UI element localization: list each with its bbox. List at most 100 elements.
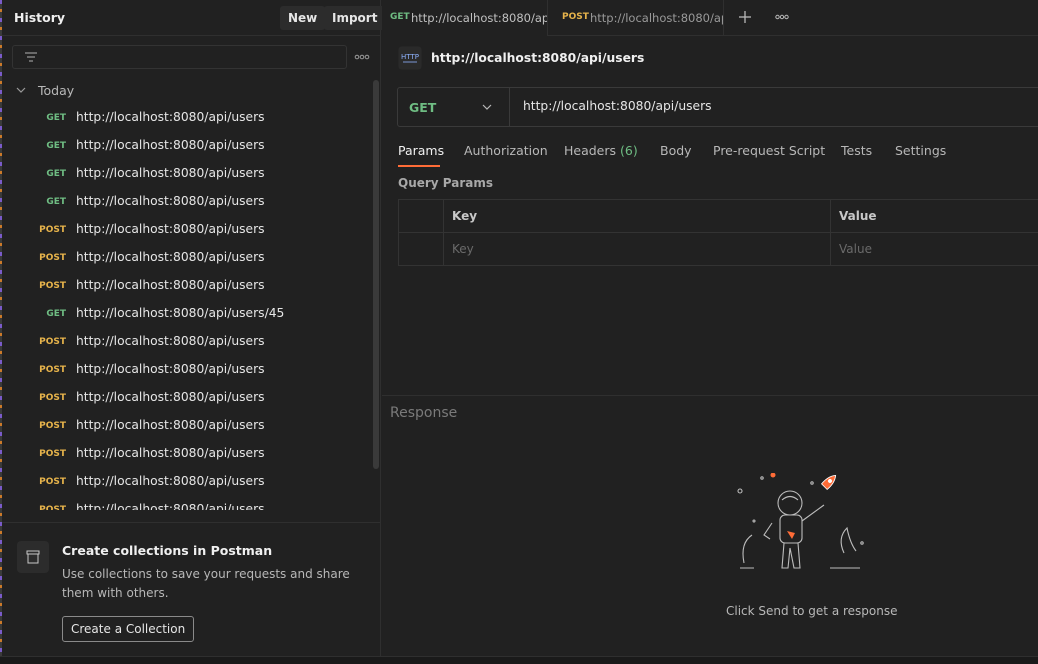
history-item[interactable]: POST http://localhost:8080/api/users: [2, 387, 362, 411]
svg-text:HTTP: HTTP: [401, 53, 419, 61]
tab-prerequest-script[interactable]: Pre-request Script: [713, 143, 825, 158]
request-header: HTTP http://localhost:8080/api/users: [398, 46, 1018, 72]
filter-icon: [25, 52, 37, 62]
history-item[interactable]: POST http://localhost:8080/api/users: [2, 415, 362, 439]
history-item-url: http://localhost:8080/api/users: [76, 110, 265, 124]
history-item[interactable]: GET http://localhost:8080/api/users: [2, 191, 362, 215]
history-item[interactable]: POST http://localhost:8080/api/users: [2, 443, 362, 467]
history-item[interactable]: GET http://localhost:8080/api/users: [2, 135, 362, 159]
response-hint: Click Send to get a response: [726, 604, 898, 618]
history-item-url: http://localhost:8080/api/users: [76, 278, 265, 292]
import-button[interactable]: Import: [324, 6, 386, 30]
history-item-method: GET: [46, 141, 66, 151]
history-item-method: POST: [39, 253, 66, 263]
promo-text: Use collections to save your requests an…: [62, 567, 350, 600]
tab-get-users[interactable]: GET http://localhost:8080/api/users: [382, 0, 548, 36]
tab-params[interactable]: Params: [398, 143, 444, 158]
history-item-method: GET: [46, 197, 66, 207]
key-column-header: Key: [452, 209, 478, 223]
query-params-label: Query Params: [398, 176, 494, 190]
history-item-url: http://localhost:8080/api/users: [76, 502, 265, 510]
tab-method: GET: [390, 12, 410, 22]
history-item-url: http://localhost:8080/api/users: [76, 138, 265, 152]
new-button[interactable]: New: [280, 6, 326, 30]
history-item-method: POST: [39, 393, 66, 403]
tab-bar: GET http://localhost:8080/api/users POST…: [382, 0, 1038, 36]
history-item-method: POST: [39, 365, 66, 375]
astronaut-illustration: [737, 473, 864, 569]
tab-settings[interactable]: Settings: [895, 143, 946, 158]
method-select-value: GET: [409, 100, 437, 115]
history-item-method: POST: [39, 281, 66, 291]
history-item[interactable]: POST http://localhost:8080/api/users: [2, 359, 362, 383]
history-item[interactable]: GET http://localhost:8080/api/users: [2, 107, 362, 131]
history-group-label: Today: [38, 83, 75, 98]
history-item-method: POST: [39, 337, 66, 347]
history-scrollbar[interactable]: [373, 80, 379, 469]
tab-post-users[interactable]: POST http://localhost:8080/api/users: [554, 0, 724, 36]
history-item-method: POST: [39, 505, 66, 510]
chevron-down-icon: [16, 87, 26, 93]
history-item[interactable]: POST http://localhost:8080/api/users: [2, 499, 362, 510]
history-group-today[interactable]: Today: [2, 81, 362, 101]
history-item-method: GET: [46, 309, 66, 319]
tab-headers[interactable]: Headers (6): [564, 143, 638, 158]
history-item-url: http://localhost:8080/api/users/45: [76, 306, 285, 320]
response-label: Response: [390, 405, 458, 421]
history-item[interactable]: POST http://localhost:8080/api/users: [2, 275, 362, 299]
history-item[interactable]: POST http://localhost:8080/api/users: [2, 331, 362, 355]
history-item[interactable]: POST http://localhost:8080/api/users: [2, 219, 362, 243]
response-pane: Response Click Send to get a response: [382, 395, 1038, 656]
key-input[interactable]: Key: [452, 242, 474, 256]
history-filter-input[interactable]: [12, 45, 347, 69]
history-item[interactable]: GET http://localhost:8080/api/users: [2, 163, 362, 187]
tab-url: http://localhost:8080/api/users: [411, 11, 547, 25]
active-tab-indicator: [398, 165, 440, 167]
tab-url: http://localhost:8080/api/users: [590, 11, 723, 25]
history-item-method: POST: [39, 421, 66, 431]
headers-count: (6): [620, 143, 638, 158]
url-input[interactable]: http://localhost:8080/api/users: [523, 99, 712, 113]
sidebar-title: History: [14, 10, 66, 25]
sidebar-header: History New Import: [2, 0, 386, 36]
request-title: http://localhost:8080/api/users: [431, 51, 645, 65]
collection-box-icon: [17, 541, 49, 573]
history-item-url: http://localhost:8080/api/users: [76, 474, 265, 488]
more-options-icon[interactable]: [354, 52, 370, 62]
history-item-method: POST: [39, 477, 66, 487]
history-item-url: http://localhost:8080/api/users: [76, 166, 265, 180]
value-input[interactable]: Value: [839, 242, 872, 256]
history-list: Today GET http://localhost:8080/api/users…: [2, 76, 372, 510]
history-item-url: http://localhost:8080/api/users: [76, 418, 265, 432]
table-header-row: [399, 200, 1038, 233]
history-item-method: GET: [46, 169, 66, 179]
history-item-url: http://localhost:8080/api/users: [76, 222, 265, 236]
tab-tests[interactable]: Tests: [841, 143, 872, 158]
query-params-table: Key Value Key Value: [398, 199, 1038, 266]
history-item[interactable]: POST http://localhost:8080/api/users: [2, 247, 362, 271]
create-collection-button[interactable]: Create a Collection: [62, 616, 195, 642]
column-divider: [830, 200, 831, 265]
tab-authorization[interactable]: Authorization: [464, 143, 548, 158]
tab-body[interactable]: Body: [660, 143, 692, 158]
plus-icon[interactable]: [738, 10, 752, 24]
request-tabs: Params Authorization Headers (6) Body Pr…: [398, 141, 1018, 167]
method-select[interactable]: GET: [398, 88, 510, 126]
more-tabs-icon[interactable]: [775, 13, 789, 21]
chevron-down-icon: [482, 104, 492, 110]
headers-label: Headers: [564, 143, 617, 158]
history-sidebar: History New Import Today GET http://local…: [2, 0, 386, 656]
history-item[interactable]: POST http://localhost:8080/api/users: [2, 471, 362, 495]
history-item-url: http://localhost:8080/api/users: [76, 390, 265, 404]
collections-promo: Create collections in Postman Use collec…: [2, 522, 381, 656]
history-item[interactable]: GET http://localhost:8080/api/users/45: [2, 303, 362, 327]
status-bar: [0, 656, 1038, 664]
url-bar: GET http://localhost:8080/api/users: [397, 87, 1038, 127]
tab-method: POST: [562, 12, 589, 22]
history-item-url: http://localhost:8080/api/users: [76, 334, 265, 348]
history-item-url: http://localhost:8080/api/users: [76, 446, 265, 460]
history-item-method: POST: [39, 449, 66, 459]
history-item-method: POST: [39, 225, 66, 235]
value-column-header: Value: [839, 209, 877, 223]
http-icon: HTTP: [398, 46, 422, 70]
